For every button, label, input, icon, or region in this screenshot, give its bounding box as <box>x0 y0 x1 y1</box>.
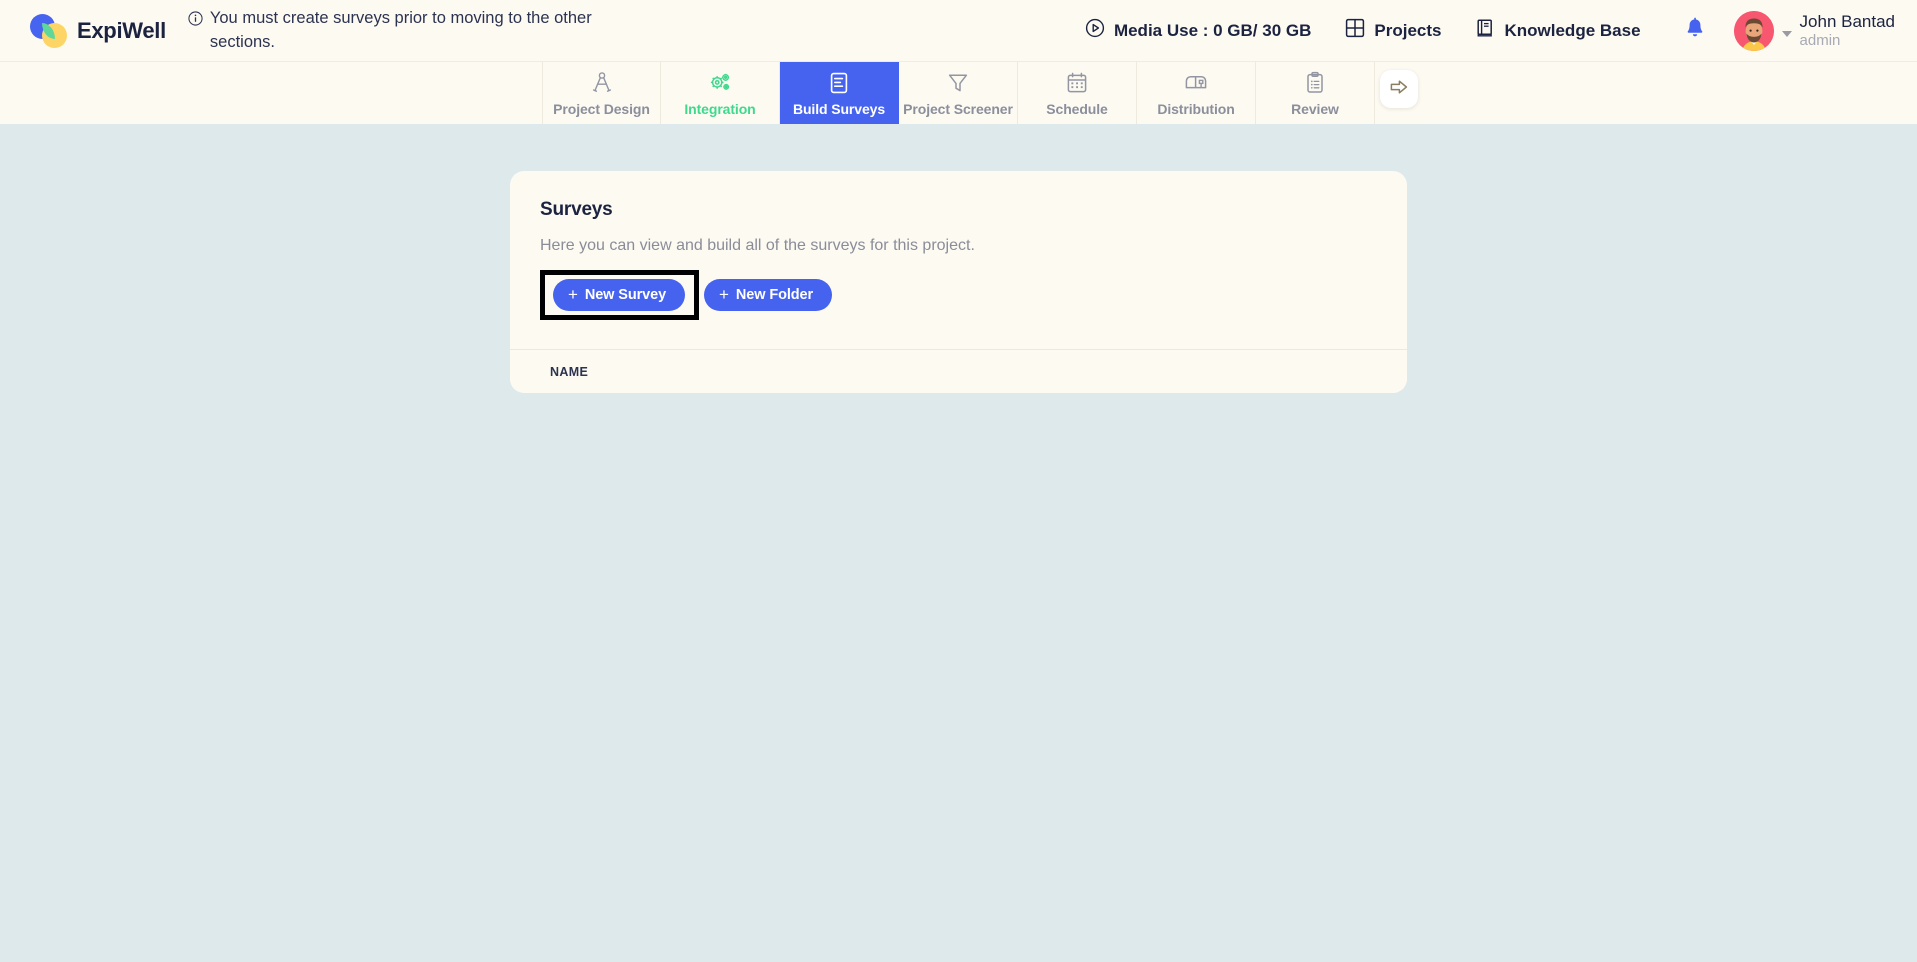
project-nav: Project Design Integration Build Surveys… <box>0 61 1917 124</box>
media-use-indicator[interactable]: Media Use : 0 GB/ 30 GB <box>1068 18 1328 43</box>
plus-icon: + <box>568 285 578 304</box>
header-notice: You must create surveys prior to moving … <box>188 7 608 55</box>
nav-tab-label: Integration <box>684 100 756 117</box>
clipboard-icon <box>1302 70 1328 96</box>
play-circle-icon <box>1085 18 1105 43</box>
calendar-icon <box>1064 70 1090 96</box>
nav-tab-project-screener[interactable]: Project Screener <box>899 62 1018 124</box>
page-subtitle: Here you can view and build all of the s… <box>540 237 975 254</box>
user-name: John Bantad <box>1799 11 1895 31</box>
projects-link[interactable]: Projects <box>1328 18 1458 43</box>
bell-icon <box>1684 17 1706 45</box>
knowledge-base-label: Knowledge Base <box>1504 20 1641 40</box>
nav-tab-project-design[interactable]: Project Design <box>542 62 661 124</box>
main-content: Surveys Here you can view and build all … <box>0 124 1917 962</box>
page-title: Surveys <box>540 199 613 220</box>
arrow-right-icon <box>1388 76 1410 103</box>
mailbox-icon <box>1183 70 1209 96</box>
nav-tab-integration[interactable]: Integration <box>661 62 780 124</box>
card-actions: + New Survey + New Folder <box>540 270 1377 349</box>
projects-label: Projects <box>1374 20 1442 40</box>
document-icon <box>826 70 852 96</box>
avatar <box>1733 10 1774 51</box>
nav-tab-label: Project Design <box>553 100 650 117</box>
brand-name: ExpiWell <box>77 17 166 43</box>
brand-logo[interactable]: ExpiWell <box>30 13 166 48</box>
user-role: admin <box>1799 31 1841 49</box>
chevron-down-icon <box>1781 30 1792 37</box>
new-survey-highlight-box: + New Survey <box>540 270 700 320</box>
header-actions: Media Use : 0 GB/ 30 GB Projects Knowled… <box>1068 10 1917 51</box>
header-notice-text: You must create surveys prior to moving … <box>209 8 592 51</box>
media-use-label: Media Use : 0 GB/ 30 GB <box>1113 20 1312 40</box>
new-survey-button[interactable]: + New Survey <box>553 279 686 311</box>
surveys-card: Surveys Here you can view and build all … <box>510 171 1407 393</box>
surveys-table-header: NAME QUESTIONS RESPONSES DATE CREATED <box>510 349 1407 393</box>
app-header: ExpiWell You must create surveys prior t… <box>0 0 1917 61</box>
new-folder-label: New Folder <box>735 287 814 303</box>
nav-tab-review[interactable]: Review <box>1256 62 1375 124</box>
user-menu[interactable]: John Bantad admin <box>1728 10 1895 51</box>
nav-tab-label: Project Screener <box>903 100 1013 117</box>
nav-tab-schedule[interactable]: Schedule <box>1018 62 1137 124</box>
compass-icon <box>589 70 615 96</box>
nav-tab-label: Build Surveys <box>792 100 886 117</box>
new-folder-button[interactable]: + New Folder <box>704 279 833 311</box>
info-circle-icon <box>188 10 203 33</box>
grid-icon <box>1345 18 1365 43</box>
nav-tab-label: Schedule <box>1046 100 1108 117</box>
next-step-button[interactable] <box>1380 70 1418 108</box>
nav-tab-label: Review <box>1291 100 1339 117</box>
funnel-icon <box>945 70 971 96</box>
new-survey-label: New Survey <box>584 287 667 303</box>
nav-tab-distribution[interactable]: Distribution <box>1137 62 1256 124</box>
column-header-name: NAME <box>550 364 589 379</box>
notifications-button[interactable] <box>1658 17 1728 45</box>
knowledge-base-link[interactable]: Knowledge Base <box>1458 18 1657 43</box>
nav-tab-label: Distribution <box>1157 100 1235 117</box>
expiwell-logo-icon <box>30 13 68 48</box>
book-icon <box>1475 18 1495 43</box>
nav-tab-build-surveys[interactable]: Build Surveys <box>780 62 899 124</box>
gears-icon <box>707 70 733 96</box>
plus-icon: + <box>719 285 729 304</box>
